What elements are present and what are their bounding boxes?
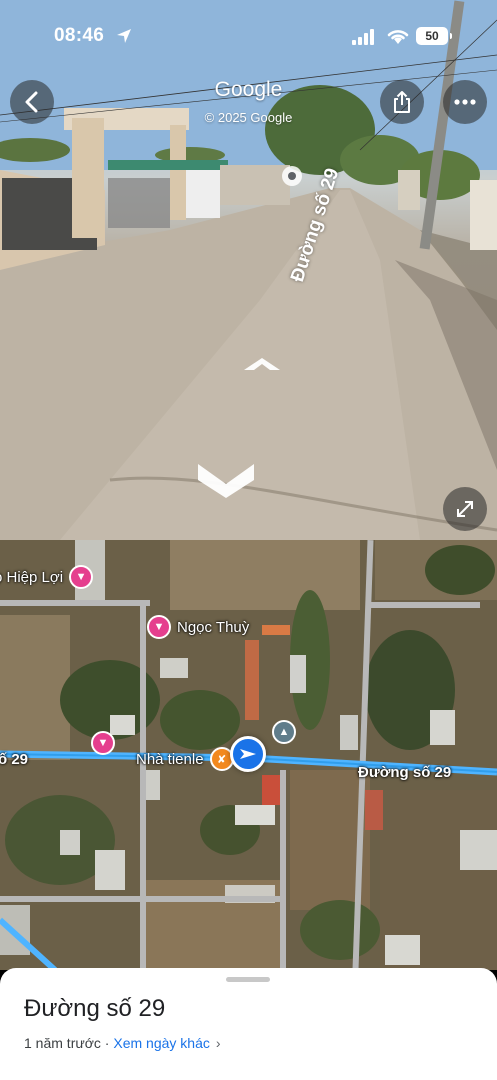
school-icon: ▲ (272, 720, 296, 744)
poi-label: Ngọc Thuỳ (177, 618, 250, 636)
separator-dot: · (100, 1035, 114, 1051)
battery-indicator: 50 (416, 27, 452, 45)
more-dots-icon (454, 99, 476, 105)
poi-school[interactable]: ▲ (272, 720, 296, 744)
expand-button[interactable] (443, 487, 487, 531)
expand-icon (457, 501, 473, 517)
copyright-text: © 2025 Google (204, 110, 293, 125)
share-button[interactable] (380, 80, 424, 124)
location-arrow-icon (117, 29, 131, 43)
cellular-signal-icon (352, 29, 374, 45)
satellite-map[interactable]: ọ Hiệp Lợi ▼ ▼ Ngọc Thuỳ ▼ Nhà tienle ✘ … (0, 540, 497, 970)
chevron-right-icon[interactable]: › (216, 1035, 221, 1051)
road-label-right: Đường số 29 (358, 764, 452, 781)
navigation-arrow-icon (240, 749, 256, 759)
bed-icon: ▼ (91, 731, 115, 755)
bed-icon: ▼ (147, 615, 171, 639)
place-bottom-sheet[interactable]: Đường số 29 1 năm trước · Xem ngày khác › (0, 968, 497, 1080)
road-label-left: ố 29 (0, 751, 29, 768)
more-options-button[interactable] (443, 80, 487, 124)
share-icon (394, 91, 410, 113)
street-view-panorama[interactable]: 08:46 50 Google © 2025 Google Đường số 2… (0, 0, 497, 540)
capture-time-ago: 1 năm trước (24, 1035, 101, 1051)
bed-icon: ▼ (69, 565, 94, 589)
poi-lodging-unnamed[interactable]: ▼ (91, 731, 115, 755)
poi-lodging-hiep-loi[interactable]: ọ Hiệp Lợi ▼ (0, 565, 94, 589)
wifi-icon (387, 30, 409, 44)
place-title: Đường số 29 (24, 995, 166, 1022)
poi-label: Nhà tienle (136, 750, 204, 768)
current-location-marker[interactable] (230, 736, 266, 772)
status-time: 08:46 (54, 25, 105, 46)
poi-food-nha-tienle[interactable]: Nhà tienle ✘ (136, 747, 234, 771)
poi-label: ọ Hiệp Lợi (0, 568, 64, 586)
capture-date-row: 1 năm trước · Xem ngày khác › (24, 1035, 221, 1051)
other-dates-link[interactable]: Xem ngày khác (113, 1035, 210, 1051)
sheet-grabber-handle[interactable] (226, 977, 270, 982)
poi-lodging-ngoc-thuy[interactable]: ▼ Ngọc Thuỳ (147, 615, 249, 639)
